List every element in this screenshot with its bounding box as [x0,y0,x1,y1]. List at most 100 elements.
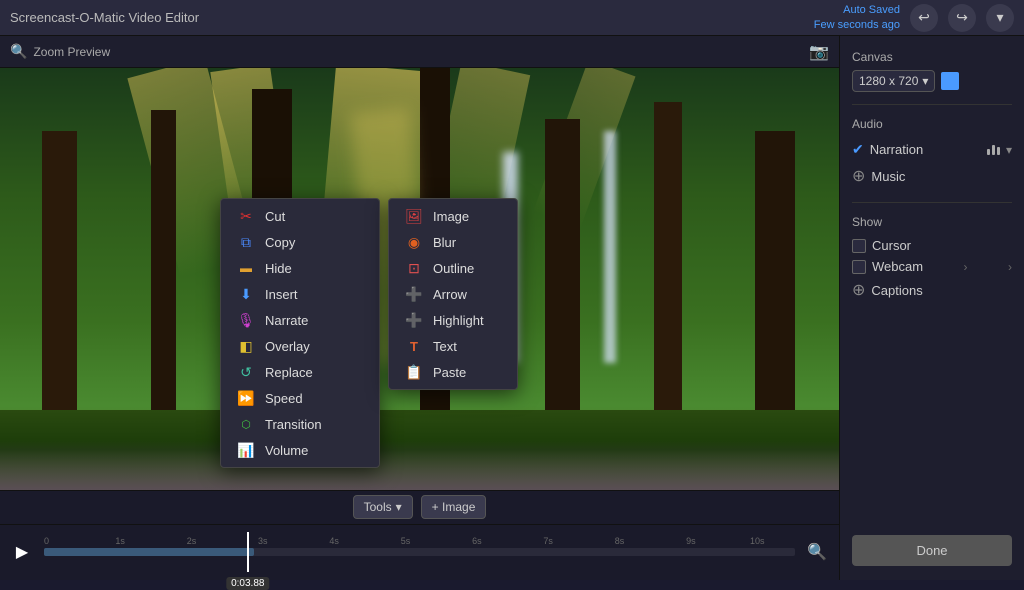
timeline-ticks: 0 1s 2s 3s 4s 5s 6s 7s 8s 9s 10s [44,532,795,546]
menu-item-overlay[interactable]: ◧ Overlay [221,333,379,359]
add-image-label: + Image [432,500,476,514]
volume-label: Volume [265,443,308,458]
webcam-chevron: › [964,260,968,274]
autosaved-label: Auto Saved [814,3,900,17]
preview-label: Zoom Preview [33,45,110,59]
copy-label: Copy [265,235,295,250]
tick-4s: 4s [329,536,339,546]
submenu-item-highlight[interactable]: ➕ Highlight [389,307,517,333]
play-icon: ▶ [16,542,28,562]
captions-plus: ⊕ [852,280,865,300]
play-button[interactable]: ▶ [10,540,34,564]
done-button[interactable]: Done [852,535,1012,566]
webcam-label: Webcam [872,259,923,274]
timeline-search-button[interactable]: 🔍 [805,540,829,564]
menu-item-volume[interactable]: 📊 Volume [221,437,379,463]
blur-icon: ◉ [403,234,425,250]
submenu-item-paste[interactable]: 📋 Paste [389,359,517,385]
tick-3s: 3s [258,536,268,546]
audio-bar-1 [987,149,990,155]
canvas-color-swatch[interactable] [941,72,959,90]
captions-row[interactable]: ⊕ Captions [852,277,1012,303]
menu-item-hide[interactable]: ▬ Hide [221,255,379,281]
narration-row[interactable]: ✔ Narration ▾ [852,137,1012,162]
app-title: Screencast-O-Matic Video Editor [10,10,199,25]
panel-divider-2 [852,202,1012,203]
timeline-track[interactable] [44,548,795,556]
playhead[interactable]: 0:03.88 [247,532,249,572]
tick-5s: 5s [401,536,411,546]
menu-item-copy[interactable]: ⧉ Copy [221,229,379,255]
camera-icon[interactable]: 📷 [809,42,829,62]
submenu-item-arrow[interactable]: ➕ Arrow [389,281,517,307]
menu-item-cut[interactable]: ✂ Cut [221,203,379,229]
narration-label: Narration [870,142,923,157]
replace-label: Replace [265,365,313,380]
audio-section: Audio ✔ Narration ▾ ⊕ Music [852,117,1012,190]
tools-button[interactable]: Tools ▾ [353,495,413,519]
tools-chevron: ▾ [396,500,402,514]
canvas-section-label: Canvas [852,50,1012,64]
speed-icon: ⏩ [235,390,257,406]
menu-item-narrate[interactable]: 🎙 Narrate [221,307,379,333]
zoom-icon: 🔍 [10,43,27,60]
paste-icon: 📋 [403,364,425,380]
toolbar-row: Tools ▾ + Image [0,491,839,525]
right-panel: Canvas 1280 x 720 ▾ Audio ✔ Narration [839,36,1024,580]
narrate-icon: 🎙 [235,312,257,328]
hide-icon: ▬ [235,260,257,276]
menu-item-transition[interactable]: ⬡ Transition [221,411,379,437]
highlight-icon: ➕ [403,312,425,328]
menu-item-replace[interactable]: ↺ Replace [221,359,379,385]
tick-10s: 10s [750,536,765,546]
autosaved-time: Few seconds ago [814,18,900,32]
tick-0: 0 [44,536,49,546]
show-section: Show Cursor Webcam › › ⊕ Captions [852,215,1012,303]
captions-label: Captions [871,283,922,298]
submenu-item-image[interactable]: 🖼 Image [389,203,517,229]
show-section-label: Show [852,215,1012,229]
webcam-checkbox[interactable] [852,260,866,274]
highlight-label: Highlight [433,313,484,328]
submenu-item-blur[interactable]: ◉ Blur [389,229,517,255]
context-menu: ✂ Cut ⧉ Copy ▬ Hide ⬇ Insert 🎙 Narrat [220,198,380,468]
tick-8s: 8s [615,536,625,546]
tick-2s: 2s [187,536,197,546]
text-icon: T [403,338,425,354]
cursor-label: Cursor [872,238,911,253]
menu-item-insert[interactable]: ⬇ Insert [221,281,379,307]
playback-row: ▶ 0 1s 2s 3s 4s 5s 6s 7s 8s 9s 10s [0,525,839,580]
cursor-checkbox[interactable] [852,239,866,253]
undo-button[interactable]: ↩ [910,4,938,32]
webcam-row[interactable]: Webcam › › [852,256,1012,277]
autosaved-info: Auto Saved Few seconds ago [814,3,900,32]
insert-label: Insert [265,287,298,302]
transition-label: Transition [265,417,322,432]
paste-label: Paste [433,365,466,380]
audio-bar-2 [992,145,995,155]
submenu-item-text[interactable]: T Text [389,333,517,359]
music-row[interactable]: ⊕ Music [852,162,1012,190]
playhead-time: 0:03.88 [226,577,269,590]
canvas-resolution-select[interactable]: 1280 x 720 ▾ [852,70,935,92]
narration-chevron: ▾ [1006,143,1012,157]
submenu-item-outline[interactable]: ⊡ Outline [389,255,517,281]
menu-item-speed[interactable]: ⏩ Speed [221,385,379,411]
transition-icon: ⬡ [235,416,257,432]
cut-label: Cut [265,209,285,224]
volume-icon: 📊 [235,442,257,458]
add-image-button[interactable]: + Image [421,495,487,519]
replace-icon: ↺ [235,364,257,380]
webcam-chevron2: › [1008,260,1012,274]
cursor-row[interactable]: Cursor [852,235,1012,256]
titlebar-right: Auto Saved Few seconds ago ↩ ↪ ▾ [814,3,1014,32]
arrow-icon: ➕ [403,286,425,302]
timeline-container[interactable]: 0 1s 2s 3s 4s 5s 6s 7s 8s 9s 10s [44,532,795,572]
redo-button[interactable]: ↪ [948,4,976,32]
canvas-resolution: 1280 x 720 [859,74,918,88]
music-plus: ⊕ [852,166,865,186]
video-canvas: ✂ Cut ⧉ Copy ▬ Hide ⬇ Insert 🎙 Narrat [0,68,839,490]
preview-bar: 🔍 Zoom Preview 📷 [0,36,839,68]
menu-button[interactable]: ▾ [986,4,1014,32]
panel-divider-1 [852,104,1012,105]
